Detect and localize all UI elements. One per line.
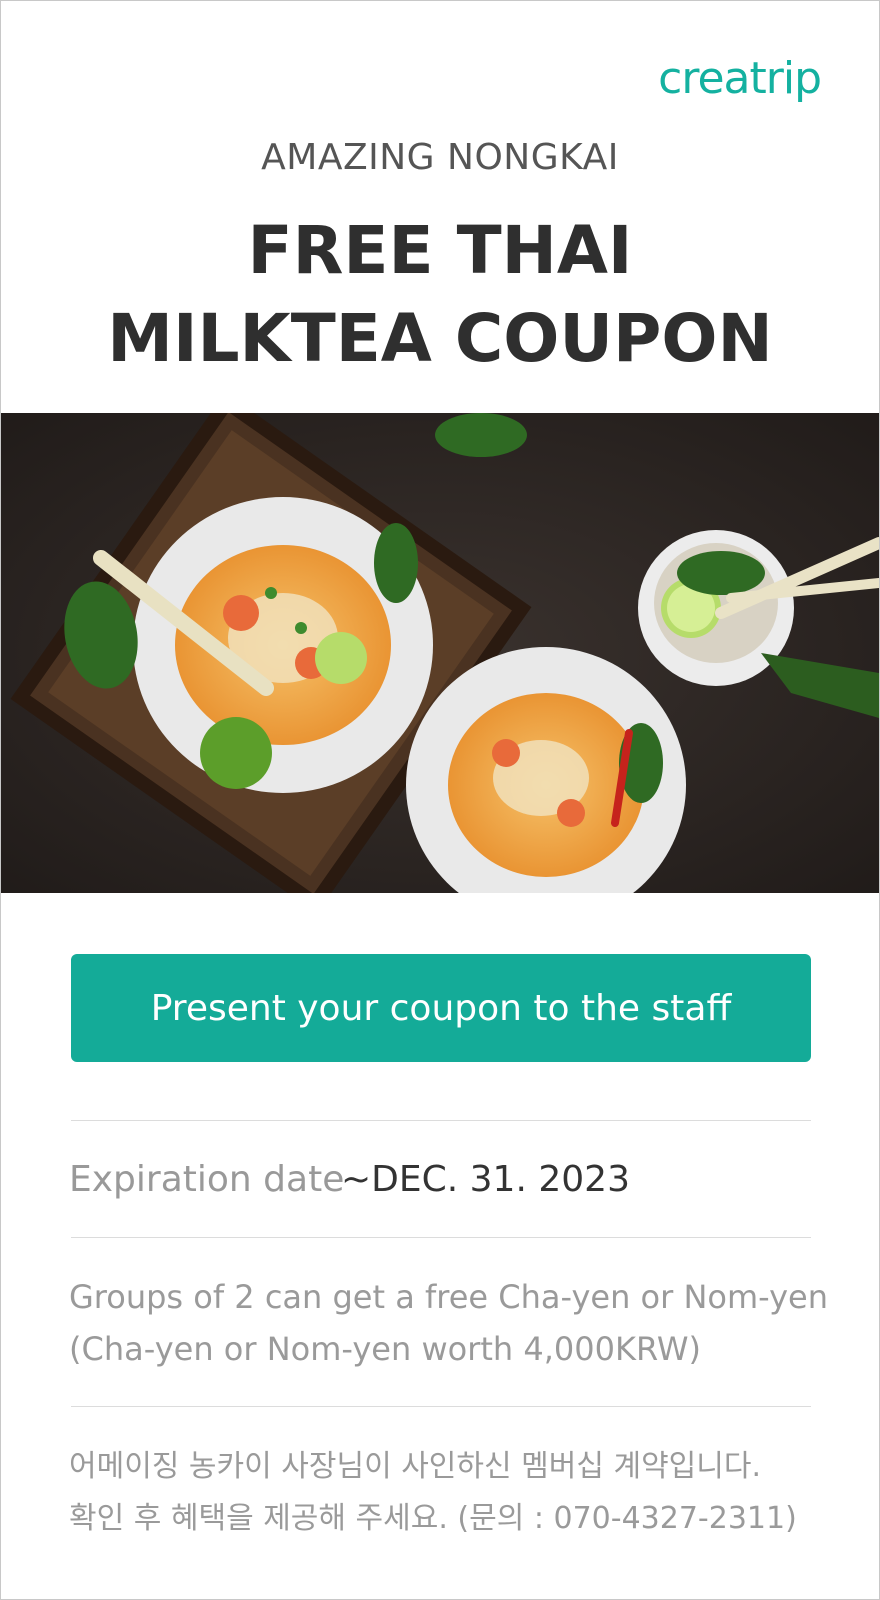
coupon-page: creatrip AMAZING NONGKAI FREE THAI MILKT…	[0, 0, 880, 1600]
description-line2: (Cha-yen or Nom-yen worth 4,000KRW)	[69, 1330, 701, 1368]
note-line1: 어메이징 농카이 사장님이 사인하신 멤버십 계약입니다.	[69, 1449, 762, 1484]
hero-food-image	[1, 413, 879, 893]
owner-note: 어메이징 농카이 사장님이 사인하신 멤버십 계약입니다. 확인 후 혜택을 제…	[69, 1441, 849, 1545]
coupon-title: FREE THAI MILKTEA COUPON	[1, 207, 879, 383]
creatrip-logo: creatrip	[658, 53, 822, 104]
divider	[71, 1237, 811, 1238]
note-line2: 확인 후 혜택을 제공해 주세요. (문의 : 070-4327-2311)	[69, 1501, 797, 1536]
description-line1: Groups of 2 can get a free Cha-yen or No…	[69, 1278, 829, 1316]
coupon-title-line2: MILKTEA COUPON	[107, 300, 773, 377]
coupon-title-line1: FREE THAI	[247, 212, 633, 289]
food-photo-illustration	[1, 413, 879, 893]
divider	[71, 1120, 811, 1121]
coupon-description: Groups of 2 can get a free Cha-yen or No…	[69, 1271, 849, 1375]
expiration-value: ~DEC. 31. 2023	[341, 1159, 630, 1200]
present-coupon-button[interactable]: Present your coupon to the staff	[71, 954, 811, 1062]
divider	[71, 1406, 811, 1407]
expiration-label: Expiration date	[69, 1159, 345, 1200]
coupon-subtitle: AMAZING NONGKAI	[261, 137, 619, 178]
